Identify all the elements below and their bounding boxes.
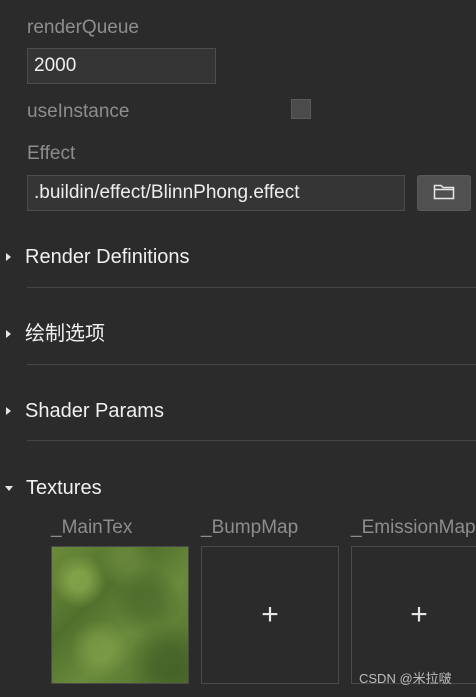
collapsed-arrow-icon bbox=[6, 330, 11, 338]
effect-label: Effect bbox=[27, 143, 76, 164]
effect-path-input[interactable]: .buildin/effect/BlinnPhong.effect bbox=[27, 175, 405, 211]
plus-icon: + bbox=[410, 598, 428, 631]
section-textures[interactable]: Textures bbox=[5, 474, 465, 502]
section-title: Render Definitions bbox=[25, 246, 190, 268]
section-title: 绘制选项 bbox=[25, 323, 105, 345]
render-queue-label: renderQueue bbox=[27, 17, 139, 38]
texture-label-main-tex: _MainTex bbox=[51, 517, 133, 538]
section-render-definitions[interactable]: Render Definitions bbox=[6, 243, 466, 271]
divider bbox=[27, 440, 476, 441]
render-queue-input[interactable]: 2000 bbox=[27, 48, 216, 84]
effect-browse-button[interactable] bbox=[417, 175, 471, 211]
divider bbox=[27, 364, 476, 365]
section-draw-options[interactable]: 绘制选项 bbox=[6, 320, 466, 348]
plus-icon: + bbox=[261, 598, 279, 631]
texture-slot-bump-map[interactable]: + bbox=[201, 546, 339, 684]
use-instance-label: useInstance bbox=[27, 101, 130, 122]
collapsed-arrow-icon bbox=[6, 253, 11, 261]
texture-label-bump-map: _BumpMap bbox=[201, 517, 299, 538]
texture-label-emission-map: _EmissionMap bbox=[351, 517, 476, 538]
expanded-arrow-icon bbox=[5, 485, 13, 491]
collapsed-arrow-icon bbox=[6, 407, 11, 415]
section-title: Shader Params bbox=[25, 400, 164, 422]
section-shader-params[interactable]: Shader Params bbox=[6, 397, 466, 425]
divider bbox=[27, 287, 476, 288]
section-title: Textures bbox=[26, 477, 102, 499]
texture-slot-emission-map[interactable]: + bbox=[351, 546, 476, 684]
use-instance-checkbox[interactable] bbox=[291, 99, 311, 119]
watermark: CSDN @米拉啵 bbox=[359, 671, 452, 686]
folder-icon bbox=[433, 182, 455, 205]
texture-slot-main-tex[interactable] bbox=[51, 546, 189, 684]
